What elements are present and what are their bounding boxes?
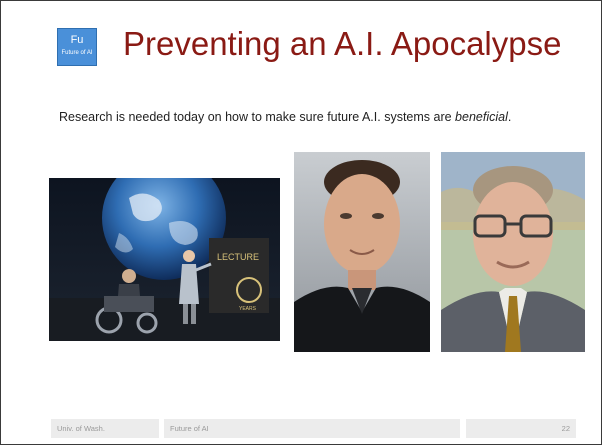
body-text-end: . [507, 110, 512, 124]
footer-institution: Univ. of Wash. [51, 419, 159, 438]
portrait-photo-1 [294, 152, 430, 352]
slide-title: Preventing an A.I. Apocalypse [123, 25, 562, 62]
body-text-main: Research is needed today on how to make … [59, 110, 456, 124]
course-logo: Fu Future of AI [57, 28, 97, 66]
podium-sign-text: LECTURE [217, 252, 259, 262]
slide: Fu Future of AI Preventing an A.I. Apoca… [0, 0, 602, 445]
lecture-stage-photo: LECTURE YEARS [49, 178, 280, 341]
logo-main-text: Fu [70, 34, 84, 46]
footer-page-number: 22 [466, 419, 576, 438]
footer-course-title: Future of AI [164, 419, 460, 438]
logo-sub-text: Future of AI [61, 50, 93, 56]
slide-body-text: Research is needed today on how to make … [59, 109, 559, 126]
portrait-photo-2 [441, 152, 585, 352]
body-text-emphasis: beneficial [455, 110, 508, 124]
podium-years-text: YEARS [239, 306, 257, 312]
